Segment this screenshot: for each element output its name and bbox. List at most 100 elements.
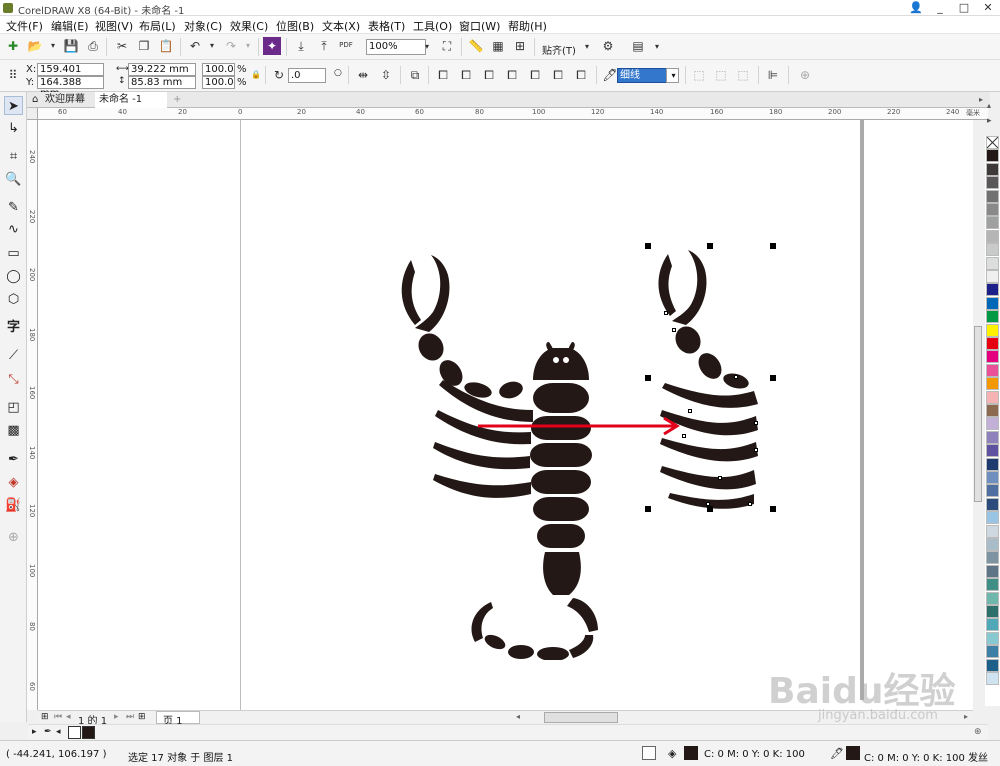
y-position-field[interactable]: 164.388 mm bbox=[37, 76, 104, 99]
color-swatch[interactable] bbox=[986, 444, 999, 458]
doc-palette-left-icon[interactable]: ◂ bbox=[56, 727, 61, 737]
transparency-icon[interactable]: ▩ bbox=[4, 421, 23, 440]
show-grid-icon[interactable]: ▦ bbox=[489, 37, 507, 55]
page-tab[interactable]: 页 1 bbox=[156, 711, 200, 727]
color-swatch[interactable] bbox=[986, 538, 999, 551]
vertical-scroll-thumb[interactable] bbox=[974, 326, 982, 502]
color-swatch[interactable] bbox=[986, 189, 999, 203]
open-folder-icon[interactable]: 📂 bbox=[26, 37, 44, 55]
color-swatch[interactable] bbox=[986, 618, 999, 632]
page-options-icon[interactable]: ⊞ bbox=[41, 712, 49, 722]
save-icon[interactable]: 💾 bbox=[62, 37, 80, 55]
color-swatch[interactable] bbox=[986, 337, 999, 350]
artistic-media-icon[interactable]: ∿ bbox=[4, 220, 23, 239]
add-page-icon[interactable]: ⊞ bbox=[138, 712, 146, 722]
selection-handle[interactable] bbox=[770, 506, 776, 512]
color-swatch[interactable] bbox=[986, 296, 999, 310]
weld-icon[interactable]: ⧠ bbox=[457, 66, 475, 84]
color-swatch[interactable] bbox=[986, 524, 999, 538]
export-icon[interactable]: ⤒ bbox=[315, 37, 333, 55]
user-icon[interactable]: 👤 bbox=[904, 0, 928, 16]
menu-bitmaps[interactable]: 位图(B) bbox=[276, 18, 314, 34]
path-node[interactable] bbox=[706, 502, 710, 506]
color-swatch[interactable] bbox=[986, 350, 999, 364]
cut-icon[interactable]: ✂ bbox=[113, 37, 131, 55]
tabs-scroll-icon[interactable]: ▸ bbox=[979, 95, 983, 104]
intersect-icon[interactable]: ⧠ bbox=[503, 66, 521, 84]
scale-y-field[interactable]: 100.0 bbox=[202, 76, 235, 89]
paste-icon[interactable]: 📋 bbox=[157, 37, 175, 55]
palette-scroll-up-icon[interactable]: ▴ bbox=[987, 101, 991, 110]
parallel-dimension-icon[interactable]: ⟋ bbox=[4, 346, 23, 365]
smart-fill-icon[interactable]: ⛽ bbox=[4, 496, 23, 515]
outline-width-dropdown-icon[interactable]: ▾ bbox=[666, 68, 679, 83]
connector-tool-icon[interactable]: ⤡ bbox=[4, 370, 23, 389]
color-swatch[interactable] bbox=[986, 605, 999, 618]
path-node[interactable] bbox=[734, 375, 738, 379]
color-swatch[interactable] bbox=[986, 162, 999, 176]
path-node[interactable] bbox=[754, 421, 758, 425]
publish-pdf-icon[interactable]: PDF bbox=[337, 36, 355, 54]
tab-document[interactable]: 未命名 -1 bbox=[95, 92, 167, 108]
color-swatch[interactable] bbox=[986, 270, 999, 283]
outline-width-field[interactable]: 细线 bbox=[617, 68, 667, 83]
color-swatch[interactable] bbox=[986, 323, 999, 337]
color-swatch[interactable] bbox=[986, 404, 999, 417]
color-swatch[interactable] bbox=[986, 243, 999, 257]
application-launcher-icon[interactable]: ▤ bbox=[629, 37, 647, 55]
selection-handle[interactable] bbox=[707, 506, 713, 512]
no-fill-swatch[interactable] bbox=[986, 136, 999, 149]
drop-shadow-icon[interactable]: ◰ bbox=[4, 398, 23, 417]
new-document-icon[interactable]: ✚ bbox=[4, 37, 22, 55]
color-swatch[interactable] bbox=[986, 672, 999, 685]
shape-tool-icon[interactable]: ↳ bbox=[4, 119, 23, 138]
copy-icon[interactable]: ❐ bbox=[135, 37, 153, 55]
color-swatch[interactable] bbox=[986, 497, 999, 511]
hscroll-left-icon[interactable]: ◂ bbox=[516, 712, 520, 721]
add-tool-icon[interactable]: ⊕ bbox=[4, 528, 23, 547]
width-field[interactable]: 39.222 mm bbox=[128, 63, 196, 76]
create-boundary-icon[interactable]: ⬚ bbox=[690, 66, 708, 84]
color-swatch[interactable] bbox=[986, 430, 999, 444]
first-page-icon[interactable]: ⏮ bbox=[54, 712, 62, 722]
menu-edit[interactable]: 编辑(E) bbox=[51, 18, 89, 34]
horizontal-scroll-thumb[interactable] bbox=[544, 712, 618, 723]
snap-to-menu[interactable]: 贴齐(T) bbox=[542, 42, 576, 57]
path-node[interactable] bbox=[688, 409, 692, 413]
front-minus-back-icon[interactable]: ⧠ bbox=[549, 66, 567, 84]
color-swatch[interactable] bbox=[986, 457, 999, 471]
interactive-fill-icon[interactable]: ◈ bbox=[4, 473, 23, 492]
color-swatch[interactable] bbox=[986, 631, 999, 645]
undo-dropdown-icon[interactable]: ▾ bbox=[203, 37, 221, 55]
text-tool-icon[interactable]: 字 bbox=[4, 318, 23, 337]
drawing-canvas[interactable] bbox=[38, 120, 973, 710]
redo-dropdown-icon[interactable]: ▾ bbox=[239, 37, 257, 55]
scale-x-field[interactable]: 100.0 bbox=[202, 63, 235, 76]
freehand-tool-icon[interactable]: ✎ bbox=[4, 198, 23, 217]
selection-handle[interactable] bbox=[707, 243, 713, 249]
fill-color-icon[interactable] bbox=[642, 746, 656, 760]
path-node[interactable] bbox=[748, 502, 752, 506]
fill-swatch[interactable] bbox=[684, 746, 698, 760]
previous-page-icon[interactable]: ◂ bbox=[66, 712, 71, 722]
zoom-dropdown-icon[interactable]: ▾ bbox=[421, 38, 433, 56]
import-icon[interactable]: ⤓ bbox=[292, 37, 310, 55]
color-swatch[interactable] bbox=[986, 658, 999, 672]
full-screen-icon[interactable]: ⛶ bbox=[438, 37, 456, 55]
color-swatch[interactable] bbox=[986, 551, 999, 565]
combine-icon[interactable]: ⧠ bbox=[434, 66, 452, 84]
color-swatch[interactable] bbox=[986, 310, 999, 324]
no-color-swatch[interactable] bbox=[68, 726, 81, 739]
eyedropper-icon[interactable]: ✒ bbox=[4, 450, 23, 469]
black-swatch[interactable] bbox=[82, 726, 95, 739]
menu-tools[interactable]: 工具(O) bbox=[413, 18, 452, 34]
crop-tool-icon[interactable]: ⌗ bbox=[4, 147, 23, 166]
group-icon[interactable]: ⧉ bbox=[406, 66, 424, 84]
doc-palette-menu-icon[interactable]: ▸ bbox=[32, 727, 37, 737]
color-swatch[interactable] bbox=[986, 229, 999, 243]
menu-layout[interactable]: 布局(L) bbox=[139, 18, 176, 34]
open-dropdown-icon[interactable]: ▾ bbox=[44, 37, 62, 55]
ellipse-tool-icon[interactable]: ◯ bbox=[4, 267, 23, 286]
corel-connect-icon[interactable]: ✦ bbox=[263, 37, 281, 55]
path-node[interactable] bbox=[664, 311, 668, 315]
